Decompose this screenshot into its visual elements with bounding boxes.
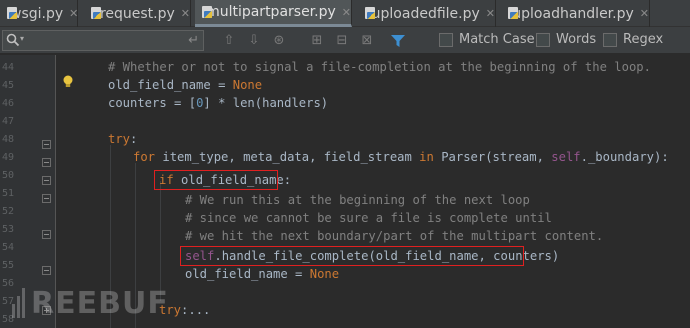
line-number: 46	[1, 98, 14, 109]
code-text: old_field_name =	[185, 267, 310, 281]
operator: =	[210, 78, 233, 92]
keyword: in	[419, 150, 434, 164]
search-icon[interactable]	[6, 33, 20, 47]
comment: # We run this at the beginning of the ne…	[185, 193, 530, 207]
comment: # we hit the next boundary/part of the m…	[185, 229, 604, 243]
tab-uploadedfile[interactable]: uploadedfile.py ✕	[358, 0, 496, 27]
line-number: 54	[1, 242, 14, 253]
code-text: :	[130, 132, 138, 146]
code-line: old_field_name = None	[108, 76, 262, 94]
add-occurrence-icon[interactable]: ⊞	[308, 32, 326, 50]
code-line: old_field_name = None	[185, 265, 339, 283]
fold-marker-icon[interactable]	[42, 176, 51, 185]
line-number: 55	[1, 260, 14, 271]
keyword: None	[232, 78, 263, 92]
fold-marker-icon[interactable]	[42, 194, 51, 203]
tab-label: wsgi.py	[10, 5, 64, 22]
lightbulb-icon[interactable]	[62, 75, 74, 89]
code-line: # Whether or not to signal a file-comple…	[108, 58, 651, 76]
next-occurrence-icon[interactable]: ⇩	[245, 32, 263, 50]
fold-marker-icon[interactable]	[42, 158, 51, 167]
keyword: None	[309, 267, 340, 281]
tab-label: request.py	[99, 5, 175, 22]
close-icon[interactable]: ✕	[342, 6, 351, 19]
tab-request[interactable]: request.py ✕	[84, 0, 191, 27]
line-number: 45	[1, 80, 14, 91]
code-line: for item_type, meta_data, field_stream i…	[133, 148, 669, 166]
editor-tab-bar: wsgi.py ✕ request.py ✕ multipartparser.p…	[0, 0, 690, 27]
code-text: Parser(stream,	[433, 150, 552, 164]
newline-icon[interactable]: ↵	[188, 33, 199, 48]
comment: # Whether or not to signal a file-comple…	[108, 60, 651, 74]
keyword: try	[108, 132, 131, 146]
search-history-dropdown-icon[interactable]: ▾	[20, 34, 24, 43]
line-number: 51	[1, 188, 14, 199]
checkbox-box[interactable]	[536, 32, 550, 47]
regex-label: Regex	[623, 32, 664, 47]
highlight-box	[154, 170, 278, 190]
words-checkbox[interactable]: Words	[536, 32, 596, 47]
python-file-icon	[201, 5, 213, 20]
tab-label: multipartparser.py	[206, 4, 336, 20]
highlight-box	[180, 246, 524, 266]
close-icon[interactable]: ✕	[486, 7, 495, 20]
tab-label: uploadedfile.py	[371, 5, 480, 22]
close-icon[interactable]: ✕	[181, 7, 190, 20]
close-icon[interactable]: ✕	[69, 7, 78, 20]
comment: # since we cannot be sure a file is comp…	[185, 211, 552, 225]
python-file-icon	[507, 6, 522, 21]
remove-occurrence-icon[interactable]: ⊟	[333, 32, 351, 50]
line-number: 48	[1, 134, 14, 145]
code-line: # we hit the next boundary/part of the m…	[185, 227, 603, 245]
line-number: 50	[1, 170, 14, 181]
python-file-icon	[364, 6, 375, 21]
checkbox-box[interactable]	[603, 32, 617, 47]
watermark-text: REEBUF	[31, 285, 169, 321]
watermark-logo-icon	[12, 288, 27, 318]
tab-multipartparser[interactable]: multipartparser.py ✕	[195, 0, 352, 27]
fold-marker-icon[interactable]	[42, 230, 51, 239]
regex-checkbox[interactable]: Regex	[603, 32, 663, 47]
match-case-label: Match Case	[459, 32, 535, 47]
tab-wsgi[interactable]: wsgi.py ✕	[0, 0, 78, 27]
checkbox-box[interactable]	[439, 32, 453, 47]
watermark: REEBUF	[12, 283, 169, 323]
search-input[interactable]	[31, 32, 181, 49]
line-number: 44	[1, 62, 14, 73]
filter-icon[interactable]	[390, 33, 406, 49]
code-text: counters = [	[108, 96, 197, 110]
words-label: Words	[556, 32, 597, 47]
find-in-path-icon[interactable]: ⊛	[270, 32, 288, 50]
line-number: 52	[1, 206, 14, 217]
code-text: item_type, meta_data, field_stream	[155, 150, 420, 164]
python-file-icon	[90, 6, 101, 21]
line-number: 49	[1, 152, 14, 163]
previous-occurrence-icon[interactable]: ⇧	[220, 32, 238, 50]
code-text: ._boundary):	[580, 150, 669, 164]
self-keyword: self	[551, 150, 581, 164]
code-line: counters = [0] * len(handlers)	[108, 94, 328, 112]
line-number: 53	[1, 224, 14, 235]
code-line: # since we cannot be sure a file is comp…	[185, 209, 552, 227]
close-icon[interactable]: ✕	[640, 7, 649, 20]
tab-label: uploadhandler.py	[512, 5, 634, 22]
code-line: # We run this at the beginning of the ne…	[185, 191, 530, 209]
search-field[interactable]: ▾ ↵	[2, 30, 204, 51]
fold-marker-icon[interactable]	[42, 140, 51, 149]
tab-uploadhandler[interactable]: uploadhandler.py ✕	[501, 0, 650, 27]
code-text: ] * len(handlers)	[203, 96, 329, 110]
find-toolbar: ▾ ↵ ⇧ ⇩ ⊛ ⊞ ⊟ ⊠ Match Case Words Regex	[0, 27, 690, 54]
code-line: try:	[108, 130, 137, 148]
identifier: old_field_name	[108, 78, 211, 92]
fold-marker-icon[interactable]	[42, 266, 51, 275]
select-all-occurrences-icon[interactable]: ⊠	[358, 32, 376, 50]
keyword: for	[133, 150, 156, 164]
match-case-checkbox[interactable]: Match Case	[439, 32, 535, 47]
code-text: :...	[181, 303, 211, 317]
line-number: 47	[1, 116, 14, 127]
